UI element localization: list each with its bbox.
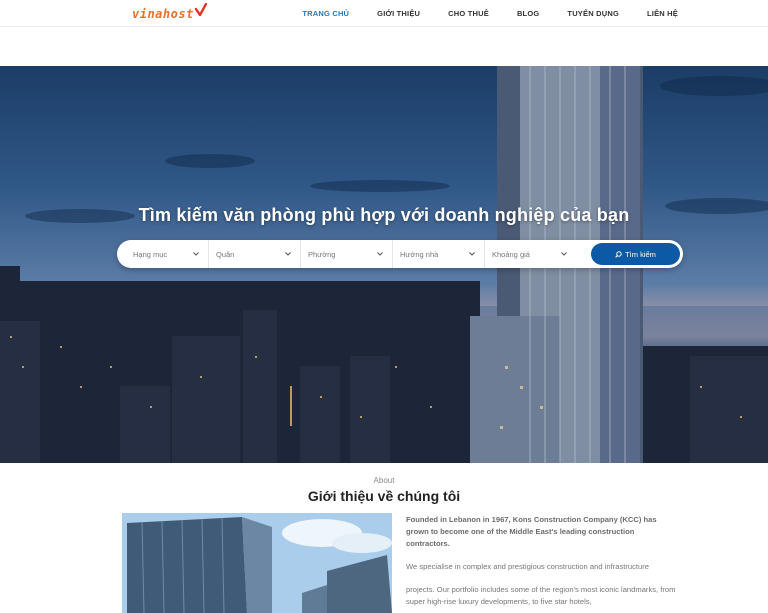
main-nav: TRANG CHỦ GIỚI THIỆU CHO THUÊ BLOG TUYỂN… xyxy=(274,0,678,27)
about-building-image xyxy=(122,513,392,613)
chevron-down-icon xyxy=(284,250,292,258)
hero-banner: Tìm kiếm văn phòng phù hợp với doanh ngh… xyxy=(0,66,768,463)
about-eyebrow: About xyxy=(373,476,395,485)
search-bar: Hạng mục Quận Phường Hướng nhà Khoảng gi… xyxy=(117,240,683,268)
chevron-down-icon xyxy=(468,250,476,258)
district-select-label: Quận xyxy=(216,249,235,259)
about-title: Giới thiệu về chúng tôi xyxy=(307,488,461,504)
nav-item-careers[interactable]: TUYỂN DỤNG xyxy=(567,9,619,18)
about-text: Founded in Lebanon in 1967, Kons Constru… xyxy=(406,514,678,608)
chevron-down-icon xyxy=(376,250,384,258)
site-header: vinahost TRANG CHỦ GIỚI THIỆU CHO THUÊ B… xyxy=(0,0,768,27)
about-paragraph: We specialise in complex and prestigious… xyxy=(406,562,649,571)
nav-item-home[interactable]: TRANG CHỦ xyxy=(302,9,349,18)
hero-title: Tìm kiếm văn phòng phù hợp với doanh ngh… xyxy=(138,205,630,225)
category-select-label: Hạng mục xyxy=(133,249,168,259)
chevron-down-icon xyxy=(560,250,568,258)
about-lead: Founded in Lebanon in 1967, Kons Constru… xyxy=(406,515,657,548)
search-button-label: Tìm kiếm xyxy=(625,249,656,259)
logo-text: vinahost xyxy=(132,7,194,21)
ward-select[interactable]: Phường xyxy=(301,240,393,268)
district-select[interactable]: Quận xyxy=(209,240,301,268)
nav-item-rent[interactable]: CHO THUÊ xyxy=(448,9,489,18)
price-range-select[interactable]: Khoảng giá xyxy=(485,240,576,268)
site-logo[interactable]: vinahost xyxy=(132,2,207,21)
search-icon xyxy=(615,250,622,258)
logo-check-icon xyxy=(194,2,207,21)
chevron-down-icon xyxy=(192,250,200,258)
category-select[interactable]: Hạng mục xyxy=(117,240,209,268)
direction-select-label: Hướng nhà xyxy=(400,249,439,259)
nav-item-contact[interactable]: LIÊN HỆ xyxy=(647,9,678,18)
ward-select-label: Phường xyxy=(308,249,336,259)
direction-select[interactable]: Hướng nhà xyxy=(393,240,485,268)
about-paragraph: projects. Our portfolio includes some of… xyxy=(406,585,676,606)
price-range-select-label: Khoảng giá xyxy=(492,249,530,259)
nav-item-blog[interactable]: BLOG xyxy=(517,9,539,18)
search-button[interactable]: Tìm kiếm xyxy=(591,243,680,265)
nav-item-about[interactable]: GIỚI THIỆU xyxy=(377,9,420,18)
